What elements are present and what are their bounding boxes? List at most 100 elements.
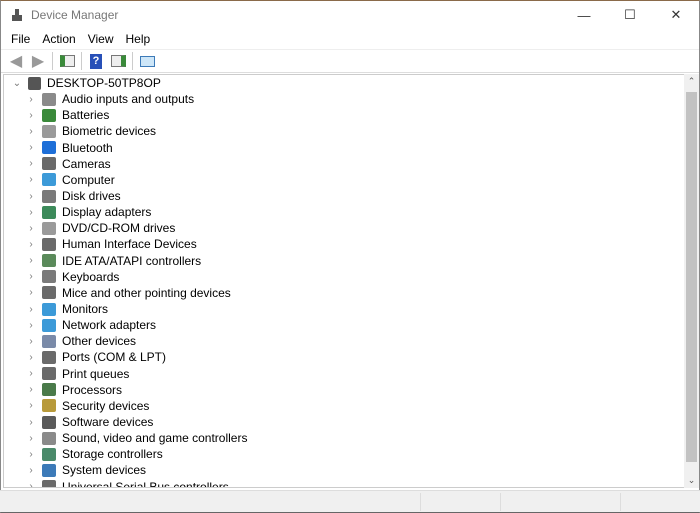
- tree-item-label: Mice and other pointing devices: [62, 285, 231, 300]
- chevron-right-icon[interactable]: ›: [24, 352, 38, 363]
- tree-item[interactable]: › Bluetooth: [4, 140, 684, 156]
- tree-item[interactable]: › System devices: [4, 462, 684, 478]
- bluetooth-icon: [42, 141, 56, 155]
- tree-item[interactable]: › Other devices: [4, 333, 684, 349]
- show-hide-console-tree-icon[interactable]: [56, 51, 78, 71]
- back-icon[interactable]: ◀: [5, 51, 27, 71]
- tree-item[interactable]: › Batteries: [4, 107, 684, 123]
- help-icon[interactable]: ?: [85, 51, 107, 71]
- printer-icon: [42, 367, 56, 381]
- tree-item[interactable]: › Print queues: [4, 366, 684, 382]
- chevron-right-icon[interactable]: ›: [24, 287, 38, 298]
- maximize-button[interactable]: ☐: [607, 1, 653, 29]
- chevron-right-icon[interactable]: ›: [24, 304, 38, 315]
- computer-icon: [42, 173, 56, 187]
- chevron-right-icon[interactable]: ›: [24, 174, 38, 185]
- usb-icon: [42, 480, 56, 487]
- menu-bar: File Action View Help: [1, 29, 699, 49]
- chevron-down-icon[interactable]: ⌄: [10, 78, 24, 89]
- software-device-icon: [42, 415, 56, 429]
- chevron-right-icon[interactable]: ›: [24, 417, 38, 428]
- forward-icon[interactable]: ▶: [27, 51, 49, 71]
- tree-item-label: Ports (COM & LPT): [62, 350, 167, 365]
- tree-root[interactable]: ⌄ DESKTOP-50TP8OP: [4, 75, 684, 91]
- tree-item[interactable]: › IDE ATA/ATAPI controllers: [4, 253, 684, 269]
- tree-item[interactable]: › Processors: [4, 382, 684, 398]
- tree-item[interactable]: › Monitors: [4, 301, 684, 317]
- scrollbar-thumb[interactable]: [686, 92, 697, 462]
- tree-item[interactable]: › Universal Serial Bus controllers: [4, 479, 684, 488]
- chevron-right-icon[interactable]: ›: [24, 94, 38, 105]
- tree-item-label: Biometric devices: [62, 124, 157, 139]
- tree-item-label: Display adapters: [62, 205, 152, 220]
- chevron-right-icon[interactable]: ›: [24, 158, 38, 169]
- chevron-right-icon[interactable]: ›: [24, 191, 38, 202]
- chevron-right-icon[interactable]: ›: [24, 126, 38, 137]
- tree-item[interactable]: › Ports (COM & LPT): [4, 349, 684, 365]
- chevron-right-icon[interactable]: ›: [24, 433, 38, 444]
- tree-item[interactable]: › Cameras: [4, 156, 684, 172]
- chevron-right-icon[interactable]: ›: [24, 110, 38, 121]
- chevron-right-icon[interactable]: ›: [24, 320, 38, 331]
- tree-item[interactable]: › Storage controllers: [4, 446, 684, 462]
- tree-item-label: Human Interface Devices: [62, 237, 197, 252]
- menu-view[interactable]: View: [82, 32, 120, 46]
- camera-icon: [42, 157, 56, 171]
- chevron-right-icon[interactable]: ›: [24, 336, 38, 347]
- tree-item-label: System devices: [62, 463, 147, 478]
- minimize-button[interactable]: —: [561, 1, 607, 29]
- tree-item[interactable]: › Computer: [4, 172, 684, 188]
- tree-item[interactable]: › Software devices: [4, 414, 684, 430]
- menu-file[interactable]: File: [5, 32, 36, 46]
- scroll-down-button[interactable]: ⌄: [684, 475, 699, 486]
- window-title: Device Manager: [31, 8, 119, 22]
- tree-item[interactable]: › Audio inputs and outputs: [4, 91, 684, 107]
- close-button[interactable]: ✕: [653, 1, 699, 29]
- sound-icon: [42, 431, 56, 445]
- chevron-right-icon[interactable]: ›: [24, 449, 38, 460]
- tree-item-label: Universal Serial Bus controllers: [62, 479, 229, 488]
- chevron-right-icon[interactable]: ›: [24, 271, 38, 282]
- disk-drive-icon: [42, 189, 56, 203]
- scroll-up-button[interactable]: ⌃: [684, 76, 699, 87]
- port-icon: [42, 350, 56, 364]
- tree-item[interactable]: › Human Interface Devices: [4, 236, 684, 252]
- chevron-right-icon[interactable]: ›: [24, 465, 38, 476]
- tree-item[interactable]: › Disk drives: [4, 188, 684, 204]
- chevron-right-icon[interactable]: ›: [24, 368, 38, 379]
- menu-help[interactable]: Help: [120, 32, 157, 46]
- toolbar-separator: [132, 52, 133, 70]
- chevron-right-icon[interactable]: ›: [24, 207, 38, 218]
- chevron-right-icon[interactable]: ›: [24, 384, 38, 395]
- tree-item-label: Print queues: [62, 366, 130, 381]
- chevron-right-icon[interactable]: ›: [24, 481, 38, 487]
- tree-item[interactable]: › Display adapters: [4, 204, 684, 220]
- tree-item[interactable]: › DVD/CD-ROM drives: [4, 220, 684, 236]
- tree-item[interactable]: › Network adapters: [4, 317, 684, 333]
- tree-item[interactable]: › Keyboards: [4, 269, 684, 285]
- tree-item-label: Bluetooth: [62, 140, 113, 155]
- tree-item[interactable]: › Sound, video and game controllers: [4, 430, 684, 446]
- menu-action[interactable]: Action: [36, 32, 81, 46]
- mouse-icon: [42, 286, 56, 300]
- tree-item[interactable]: › Mice and other pointing devices: [4, 285, 684, 301]
- chevron-right-icon[interactable]: ›: [24, 239, 38, 250]
- hid-icon: [42, 237, 56, 251]
- chevron-right-icon[interactable]: ›: [24, 142, 38, 153]
- tree-item[interactable]: › Security devices: [4, 398, 684, 414]
- tree-item-label: Sound, video and game controllers: [62, 431, 248, 446]
- chevron-right-icon[interactable]: ›: [24, 223, 38, 234]
- vertical-scrollbar[interactable]: ⌃ ⌄: [684, 74, 699, 488]
- tree-item-label: Network adapters: [62, 318, 157, 333]
- dvd-icon: [42, 221, 56, 235]
- tree-item-label: DVD/CD-ROM drives: [62, 221, 176, 236]
- keyboard-icon: [42, 270, 56, 284]
- chevron-right-icon[interactable]: ›: [24, 400, 38, 411]
- tree-item[interactable]: › Biometric devices: [4, 123, 684, 139]
- scan-hardware-icon[interactable]: [136, 51, 158, 71]
- chevron-right-icon[interactable]: ›: [24, 255, 38, 266]
- tree-item-label: Disk drives: [62, 189, 121, 204]
- fingerprint-icon: [42, 124, 56, 138]
- properties-icon[interactable]: [107, 51, 129, 71]
- security-key-icon: [42, 399, 56, 413]
